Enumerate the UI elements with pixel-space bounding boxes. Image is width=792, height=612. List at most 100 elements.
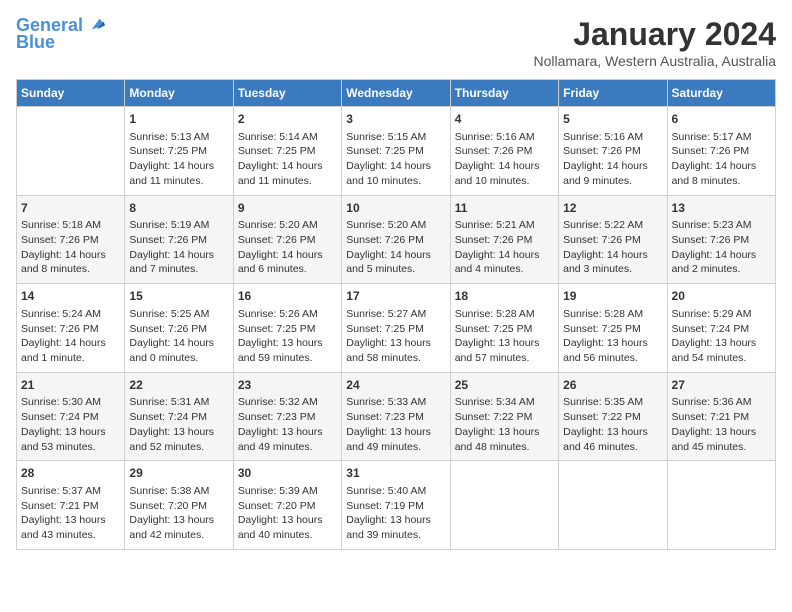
day-info: Sunrise: 5:30 AMSunset: 7:24 PMDaylight:… (21, 395, 120, 454)
calendar-cell-r0-c4: 4 Sunrise: 5:16 AMSunset: 7:26 PMDaylight… (450, 107, 558, 196)
day-number: 21 (21, 377, 120, 394)
day-number: 30 (238, 465, 337, 482)
column-header-wednesday: Wednesday (342, 80, 450, 107)
calendar-row-2: 14 Sunrise: 5:24 AMSunset: 7:26 PMDayligh… (17, 284, 776, 373)
calendar-cell-r4-c6 (667, 461, 775, 550)
calendar-cell-r3-c0: 21Sunrise: 5:30 AMSunset: 7:24 PMDayligh… (17, 372, 125, 461)
calendar-cell-r4-c4 (450, 461, 558, 550)
day-number: 19 (563, 288, 662, 305)
day-info: Sunrise: 5:29 AMSunset: 7:24 PMDaylight:… (672, 307, 771, 366)
calendar-cell-r3-c2: 23Sunrise: 5:32 AMSunset: 7:23 PMDayligh… (233, 372, 341, 461)
calendar-cell-r2-c5: 19 Sunrise: 5:28 AMSunset: 7:25 PMDayligh… (559, 284, 667, 373)
day-info: Sunrise: 5:33 AMSunset: 7:23 PMDaylight:… (346, 395, 445, 454)
calendar-cell-r1-c2: 9Sunrise: 5:20 AMSunset: 7:26 PMDaylight… (233, 195, 341, 284)
calendar-cell-r1-c6: 13Sunrise: 5:23 AMSunset: 7:26 PMDayligh… (667, 195, 775, 284)
calendar-cell-r4-c0: 28 Sunrise: 5:37 AMSunset: 7:21 PMDayligh… (17, 461, 125, 550)
day-number: 2 (238, 111, 337, 128)
calendar-cell-r4-c2: 30 Sunrise: 5:39 AMSunset: 7:20 PMDayligh… (233, 461, 341, 550)
day-number: 12 (563, 200, 662, 217)
day-info: Sunrise: 5:20 AMSunset: 7:26 PMDaylight:… (346, 218, 445, 277)
column-header-friday: Friday (559, 80, 667, 107)
calendar-cell-r2-c1: 15 Sunrise: 5:25 AMSunset: 7:26 PMDayligh… (125, 284, 233, 373)
day-info: Sunrise: 5:21 AMSunset: 7:26 PMDaylight:… (455, 218, 554, 277)
calendar-cell-r3-c1: 22Sunrise: 5:31 AMSunset: 7:24 PMDayligh… (125, 372, 233, 461)
calendar-cell-r1-c3: 10Sunrise: 5:20 AMSunset: 7:26 PMDayligh… (342, 195, 450, 284)
calendar-cell-r2-c6: 20 Sunrise: 5:29 AMSunset: 7:24 PMDayligh… (667, 284, 775, 373)
calendar-cell-r1-c0: 7Sunrise: 5:18 AMSunset: 7:26 PMDaylight… (17, 195, 125, 284)
calendar-cell-r0-c5: 5 Sunrise: 5:16 AMSunset: 7:26 PMDaylight… (559, 107, 667, 196)
day-info: Sunrise: 5:19 AMSunset: 7:26 PMDaylight:… (129, 218, 228, 277)
day-number: 20 (672, 288, 771, 305)
day-info: Sunrise: 5:40 AMSunset: 7:19 PMDaylight:… (346, 484, 445, 543)
calendar-cell-r3-c5: 26Sunrise: 5:35 AMSunset: 7:22 PMDayligh… (559, 372, 667, 461)
day-info: Sunrise: 5:16 AMSunset: 7:26 PMDaylight:… (455, 130, 554, 189)
day-info: Sunrise: 5:28 AMSunset: 7:25 PMDaylight:… (563, 307, 662, 366)
day-info: Sunrise: 5:15 AMSunset: 7:25 PMDaylight:… (346, 130, 445, 189)
day-number: 18 (455, 288, 554, 305)
day-number: 22 (129, 377, 228, 394)
day-number: 31 (346, 465, 445, 482)
calendar-cell-r2-c0: 14 Sunrise: 5:24 AMSunset: 7:26 PMDayligh… (17, 284, 125, 373)
day-info: Sunrise: 5:14 AMSunset: 7:25 PMDaylight:… (238, 130, 337, 189)
page-header: General Blue January 2024 Nollamara, Wes… (16, 16, 776, 69)
day-info: Sunrise: 5:31 AMSunset: 7:24 PMDaylight:… (129, 395, 228, 454)
column-header-monday: Monday (125, 80, 233, 107)
day-info: Sunrise: 5:16 AMSunset: 7:26 PMDaylight:… (563, 130, 662, 189)
calendar-cell-r2-c2: 16 Sunrise: 5:26 AMSunset: 7:25 PMDayligh… (233, 284, 341, 373)
calendar-row-1: 7Sunrise: 5:18 AMSunset: 7:26 PMDaylight… (17, 195, 776, 284)
calendar-cell-r2-c3: 17Sunrise: 5:27 AMSunset: 7:25 PMDayligh… (342, 284, 450, 373)
calendar-cell-r0-c6: 6Sunrise: 5:17 AMSunset: 7:26 PMDaylight… (667, 107, 775, 196)
day-info: Sunrise: 5:35 AMSunset: 7:22 PMDaylight:… (563, 395, 662, 454)
day-number: 1 (129, 111, 228, 128)
day-info: Sunrise: 5:38 AMSunset: 7:20 PMDaylight:… (129, 484, 228, 543)
day-info: Sunrise: 5:32 AMSunset: 7:23 PMDaylight:… (238, 395, 337, 454)
day-number: 25 (455, 377, 554, 394)
title-block: January 2024 Nollamara, Western Australi… (533, 16, 776, 69)
day-info: Sunrise: 5:25 AMSunset: 7:26 PMDaylight:… (129, 307, 228, 366)
day-info: Sunrise: 5:20 AMSunset: 7:26 PMDaylight:… (238, 218, 337, 277)
day-info: Sunrise: 5:27 AMSunset: 7:25 PMDaylight:… (346, 307, 445, 366)
column-header-thursday: Thursday (450, 80, 558, 107)
day-number: 13 (672, 200, 771, 217)
day-number: 27 (672, 377, 771, 394)
day-info: Sunrise: 5:23 AMSunset: 7:26 PMDaylight:… (672, 218, 771, 277)
calendar-body: 1Sunrise: 5:13 AMSunset: 7:25 PMDaylight… (17, 107, 776, 550)
day-info: Sunrise: 5:22 AMSunset: 7:26 PMDaylight:… (563, 218, 662, 277)
day-number: 3 (346, 111, 445, 128)
day-number: 24 (346, 377, 445, 394)
day-number: 15 (129, 288, 228, 305)
day-number: 8 (129, 200, 228, 217)
day-info: Sunrise: 5:39 AMSunset: 7:20 PMDaylight:… (238, 484, 337, 543)
calendar-cell-r1-c5: 12Sunrise: 5:22 AMSunset: 7:26 PMDayligh… (559, 195, 667, 284)
day-info: Sunrise: 5:24 AMSunset: 7:26 PMDaylight:… (21, 307, 120, 366)
header-row: SundayMondayTuesdayWednesdayThursdayFrid… (17, 80, 776, 107)
main-title: January 2024 (533, 16, 776, 53)
day-info: Sunrise: 5:34 AMSunset: 7:22 PMDaylight:… (455, 395, 554, 454)
day-info: Sunrise: 5:26 AMSunset: 7:25 PMDaylight:… (238, 307, 337, 366)
day-number: 11 (455, 200, 554, 217)
day-info: Sunrise: 5:28 AMSunset: 7:25 PMDaylight:… (455, 307, 554, 366)
calendar-cell-r0-c3: 3 Sunrise: 5:15 AMSunset: 7:25 PMDaylight… (342, 107, 450, 196)
calendar-cell-r4-c3: 31 Sunrise: 5:40 AMSunset: 7:19 PMDayligh… (342, 461, 450, 550)
day-number: 14 (21, 288, 120, 305)
calendar-table: SundayMondayTuesdayWednesdayThursdayFrid… (16, 79, 776, 550)
calendar-cell-r4-c5 (559, 461, 667, 550)
calendar-cell-r2-c4: 18 Sunrise: 5:28 AMSunset: 7:25 PMDayligh… (450, 284, 558, 373)
day-number: 16 (238, 288, 337, 305)
column-header-tuesday: Tuesday (233, 80, 341, 107)
day-number: 5 (563, 111, 662, 128)
logo-icon (85, 14, 105, 34)
calendar-cell-r3-c6: 27Sunrise: 5:36 AMSunset: 7:21 PMDayligh… (667, 372, 775, 461)
day-number: 23 (238, 377, 337, 394)
calendar-cell-r3-c3: 24Sunrise: 5:33 AMSunset: 7:23 PMDayligh… (342, 372, 450, 461)
day-number: 10 (346, 200, 445, 217)
day-number: 26 (563, 377, 662, 394)
day-number: 9 (238, 200, 337, 217)
day-info: Sunrise: 5:17 AMSunset: 7:26 PMDaylight:… (672, 130, 771, 189)
day-number: 4 (455, 111, 554, 128)
day-info: Sunrise: 5:18 AMSunset: 7:26 PMDaylight:… (21, 218, 120, 277)
day-info: Sunrise: 5:37 AMSunset: 7:21 PMDaylight:… (21, 484, 120, 543)
day-number: 28 (21, 465, 120, 482)
calendar-cell-r0-c1: 1Sunrise: 5:13 AMSunset: 7:25 PMDaylight… (125, 107, 233, 196)
day-info: Sunrise: 5:36 AMSunset: 7:21 PMDaylight:… (672, 395, 771, 454)
